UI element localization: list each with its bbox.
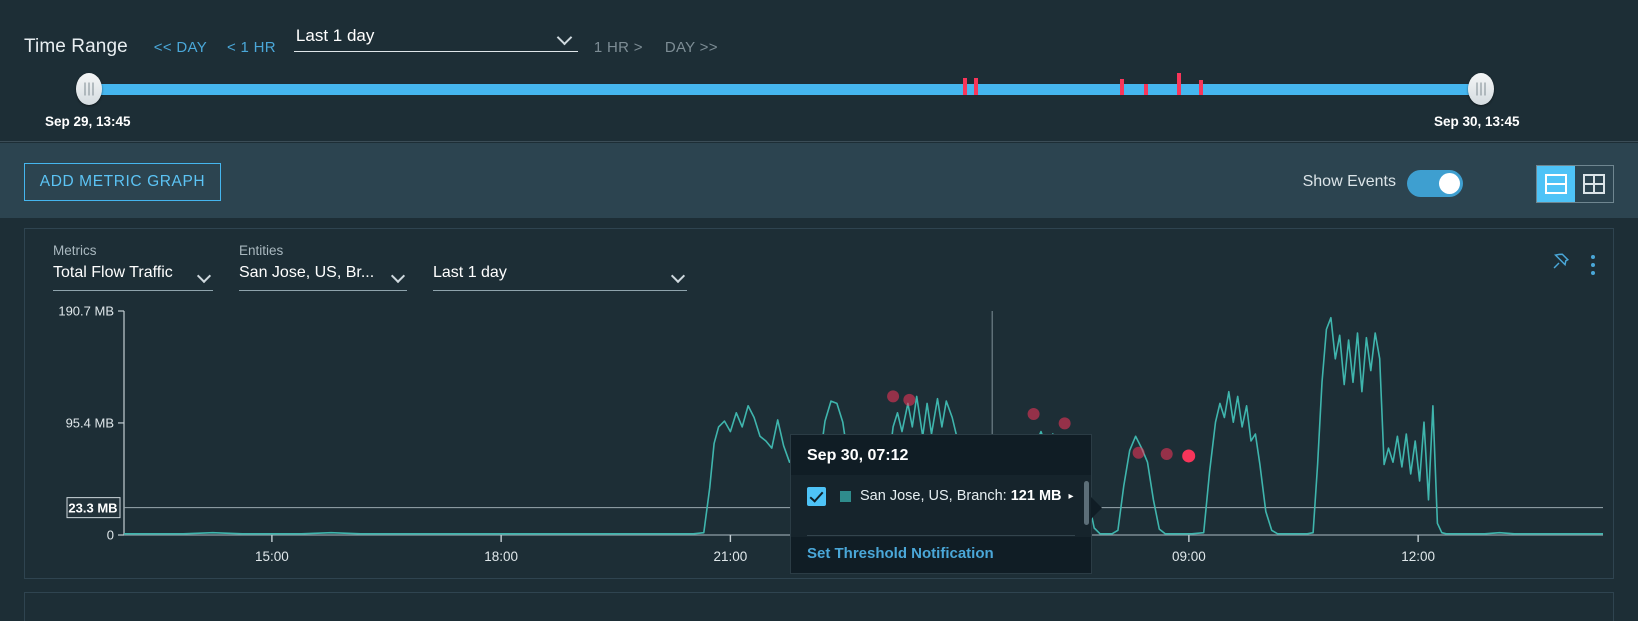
tooltip-pointer	[1091, 497, 1102, 519]
time-range-select[interactable]: Last 1 day	[293, 24, 578, 52]
pin-icon[interactable]	[1549, 251, 1571, 278]
set-threshold-notification-link[interactable]: Set Threshold Notification	[807, 545, 994, 562]
tooltip-scrollbar[interactable]	[1084, 481, 1089, 525]
slider-event-tick	[1177, 73, 1182, 95]
grip-icon	[84, 82, 94, 96]
slider-event-tick	[1199, 80, 1204, 95]
time-range-slider[interactable]: Sep 29, 13:45 Sep 30, 13:45	[0, 70, 1638, 130]
slider-event-tick	[1120, 79, 1125, 95]
slider-event-tick	[963, 78, 968, 95]
graph-range-control: Last 1 day	[433, 243, 687, 291]
add-metric-graph-button[interactable]: ADD METRIC GRAPH	[24, 163, 221, 201]
chevron-down-icon	[393, 271, 405, 279]
next-hour-button[interactable]: 1 HR >	[594, 39, 643, 56]
entities-select[interactable]: San Jose, US, Br...	[239, 264, 407, 291]
x-axis-tick-label: 12:00	[1401, 549, 1435, 564]
metrics-dashboard: Time Range << DAY < 1 HR Last 1 day 1 HR…	[0, 0, 1638, 621]
chevron-down-icon	[559, 32, 572, 40]
metrics-control: Metrics Total Flow Traffic	[53, 243, 213, 291]
entities-select-value: San Jose, US, Br...	[239, 264, 375, 281]
event-marker[interactable]	[903, 393, 916, 406]
tooltip-series-name: San Jose, US, Branch	[860, 488, 1003, 504]
tooltip-footer: Set Threshold Notification	[807, 535, 1075, 563]
tooltip-separator: :	[1002, 488, 1007, 504]
slider-handle-start[interactable]	[76, 73, 102, 105]
event-marker-active[interactable]	[1182, 449, 1196, 463]
graph-range-select-value: Last 1 day	[433, 264, 507, 281]
metrics-select[interactable]: Total Flow Traffic	[53, 264, 213, 291]
metrics-label: Metrics	[53, 243, 97, 258]
toggle-knob	[1439, 173, 1460, 194]
y-axis-tick-label: 190.7 MB	[58, 304, 114, 319]
entities-label: Entities	[239, 243, 284, 258]
more-vertical-icon[interactable]	[1591, 254, 1595, 275]
second-metric-graph-card	[24, 592, 1614, 621]
threshold-value-label: 23.3 MB	[68, 501, 117, 516]
time-range-title: Time Range	[24, 36, 128, 57]
event-marker[interactable]	[1132, 446, 1145, 459]
slider-track[interactable]	[100, 73, 1488, 95]
series-color-swatch	[840, 490, 851, 502]
prev-hour-button[interactable]: < 1 HR	[227, 39, 276, 56]
next-day-button[interactable]: DAY >>	[665, 39, 718, 56]
expand-arrow-icon[interactable]: ▸	[1069, 491, 1074, 502]
slider-handle-end[interactable]	[1468, 73, 1494, 105]
single-row-layout-icon	[1545, 174, 1567, 194]
time-range-select-value: Last 1 day	[295, 26, 375, 45]
tooltip-series-value: 121 MB	[1010, 488, 1062, 504]
time-range-panel: Time Range << DAY < 1 HR Last 1 day 1 HR…	[0, 0, 1638, 142]
graph-controls: Metrics Total Flow Traffic Entities San …	[53, 243, 713, 291]
event-marker[interactable]	[1058, 417, 1071, 430]
graph-range-spacer	[433, 243, 687, 258]
y-axis-tick-label: 95.4 MB	[66, 415, 114, 430]
series-checkbox[interactable]	[807, 486, 826, 506]
x-axis-tick-label: 15:00	[255, 549, 289, 564]
layout-single-button[interactable]	[1537, 166, 1575, 202]
entities-control: Entities San Jose, US, Br...	[239, 243, 407, 291]
prev-day-button[interactable]: << DAY	[154, 39, 207, 56]
show-events-label: Show Events	[1302, 173, 1396, 190]
x-axis-tick-label: 18:00	[484, 549, 518, 564]
slider-event-tick	[974, 78, 979, 95]
grid-layout-icon	[1583, 174, 1605, 194]
chevron-down-icon	[673, 271, 685, 279]
x-axis-tick-label: 09:00	[1172, 549, 1206, 564]
chart-tooltip: Sep 30, 07:12 San Jose, US, Branch: 121 …	[790, 434, 1102, 574]
graph-range-select[interactable]: Last 1 day	[433, 264, 687, 291]
tooltip-series-row[interactable]: San Jose, US, Branch: 121 MB ▸	[791, 483, 1091, 509]
slider-event-tick	[1143, 84, 1148, 95]
card-actions	[1549, 251, 1595, 278]
metrics-select-value: Total Flow Traffic	[53, 264, 173, 281]
show-events-toggle[interactable]	[1407, 170, 1463, 197]
grip-icon	[1476, 82, 1486, 96]
y-axis-tick-label: 0	[107, 528, 114, 543]
x-axis-tick-label: 21:00	[713, 549, 747, 564]
graph-toolbar: ADD METRIC GRAPH Show Events	[0, 143, 1638, 218]
event-marker[interactable]	[887, 390, 900, 403]
chevron-down-icon	[199, 271, 211, 279]
time-range-controls: Time Range << DAY < 1 HR Last 1 day 1 HR…	[24, 24, 718, 57]
tooltip-series-text: San Jose, US, Branch: 121 MB	[860, 488, 1062, 504]
layout-toggle-group	[1536, 165, 1614, 203]
event-marker[interactable]	[1027, 408, 1040, 421]
layout-grid-button[interactable]	[1575, 166, 1613, 202]
tooltip-timestamp: Sep 30, 07:12	[807, 447, 909, 464]
event-marker[interactable]	[1160, 447, 1173, 460]
slider-end-label: Sep 30, 13:45	[1434, 114, 1520, 129]
tooltip-series-list: San Jose, US, Branch: 121 MB ▸	[791, 475, 1091, 537]
slider-start-label: Sep 29, 13:45	[45, 114, 131, 129]
